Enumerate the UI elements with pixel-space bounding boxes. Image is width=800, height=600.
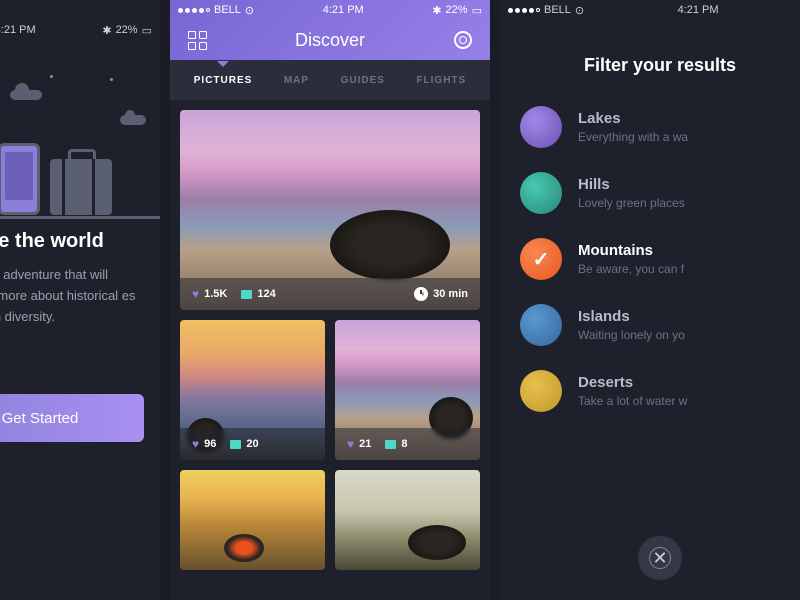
card-footer: 96 20: [180, 428, 325, 460]
filter-item-mountains[interactable]: ✓ Mountains Be aware, you can f: [520, 238, 800, 280]
filter-color-icon: [520, 172, 562, 214]
featured-card[interactable]: 1.5K 124 30 min: [180, 110, 480, 310]
onboarding-illustration: [0, 60, 160, 230]
clock-icon: [414, 287, 428, 301]
filter-screen: BELL ⊙ 4:21 PM Filter your results Lakes…: [500, 0, 800, 600]
filter-color-icon: [520, 106, 562, 148]
filter-desc: Be aware, you can f: [578, 262, 684, 276]
page-indicator: [0, 355, 160, 362]
tab-map[interactable]: MAP: [284, 75, 309, 86]
photo-card[interactable]: 96 20: [180, 320, 325, 460]
onboarding-screen: 4:21 PM ✱ 22% ▭ Explore the world e chan…: [0, 0, 160, 600]
filter-item-islands[interactable]: Islands Waiting lonely on yo: [520, 304, 800, 346]
card-footer: 1.5K 124 30 min: [180, 278, 480, 310]
filter-desc: Lovely green places: [578, 196, 685, 210]
card-image: [335, 470, 480, 570]
comments-count[interactable]: 124: [241, 288, 275, 300]
status-time: 4:21 PM: [323, 4, 364, 16]
status-battery: ✱ 22% ▭: [432, 4, 482, 17]
tab-pictures[interactable]: PICTURES: [194, 75, 253, 86]
likes-count[interactable]: 21: [347, 437, 371, 451]
filter-name: Hills: [578, 176, 685, 193]
header: BELL ⊙ 4:21 PM ✱ 22% ▭ Discover: [170, 0, 490, 60]
close-button[interactable]: ✕: [638, 536, 682, 580]
get-started-button[interactable]: Get Started: [0, 394, 144, 442]
filter-name: Islands: [578, 308, 685, 325]
status-carrier: BELL ⊙: [508, 4, 584, 17]
photo-card[interactable]: [180, 470, 325, 570]
discover-screen: BELL ⊙ 4:21 PM ✱ 22% ▭ Discover PICTURES…: [170, 0, 490, 600]
filter-name: Lakes: [578, 110, 688, 127]
status-bar: BELL ⊙ 4:21 PM: [500, 0, 800, 20]
filter-item-lakes[interactable]: Lakes Everything with a wa: [520, 106, 800, 148]
onboarding-title: Explore the world: [0, 230, 160, 253]
time-badge: 30 min: [414, 287, 468, 301]
filter-color-icon: [520, 370, 562, 412]
likes-count[interactable]: 1.5K: [192, 287, 227, 301]
tab-guides[interactable]: GUIDES: [341, 75, 385, 86]
grid-icon[interactable]: [186, 29, 208, 51]
filter-desc: Take a lot of water w: [578, 394, 687, 408]
status-bar: BELL ⊙ 4:21 PM ✱ 22% ▭: [170, 0, 490, 20]
filter-desc: Waiting lonely on yo: [578, 328, 685, 342]
filter-name: Mountains: [578, 242, 684, 259]
filter-desc: Everything with a wa: [578, 130, 688, 144]
settings-icon[interactable]: [452, 29, 474, 51]
status-carrier: BELL ⊙: [178, 4, 254, 17]
comments-count[interactable]: 8: [385, 438, 407, 450]
check-icon: ✓: [533, 247, 550, 272]
card-image: [180, 470, 325, 570]
photo-card[interactable]: 21 8: [335, 320, 480, 460]
likes-count[interactable]: 96: [192, 437, 216, 451]
filter-item-deserts[interactable]: Deserts Take a lot of water w: [520, 370, 800, 412]
status-bar: 4:21 PM ✱ 22% ▭: [0, 20, 160, 40]
onboarding-description: e changing adventure that will nderstand…: [0, 265, 160, 327]
card-footer: 21 8: [335, 428, 480, 460]
filter-list: Lakes Everything with a wa Hills Lovely gr…: [500, 106, 800, 412]
filter-item-hills[interactable]: Hills Lovely green places: [520, 172, 800, 214]
tab-flights[interactable]: FLIGHTS: [416, 75, 466, 86]
comments-count[interactable]: 20: [230, 438, 258, 450]
filter-name: Deserts: [578, 374, 687, 391]
tab-bar: PICTURES MAP GUIDES FLIGHTS: [170, 60, 490, 100]
status-time: 4:21 PM: [678, 4, 719, 16]
filter-color-icon: ✓: [520, 238, 562, 280]
status-time: 4:21 PM: [0, 24, 36, 36]
page-title: Discover: [295, 30, 365, 51]
filter-color-icon: [520, 304, 562, 346]
filter-title: Filter your results: [500, 55, 800, 76]
card-grid: 1.5K 124 30 min 96 20 21 8: [170, 100, 490, 580]
status-battery: ✱ 22% ▭: [102, 24, 152, 37]
photo-card[interactable]: [335, 470, 480, 570]
